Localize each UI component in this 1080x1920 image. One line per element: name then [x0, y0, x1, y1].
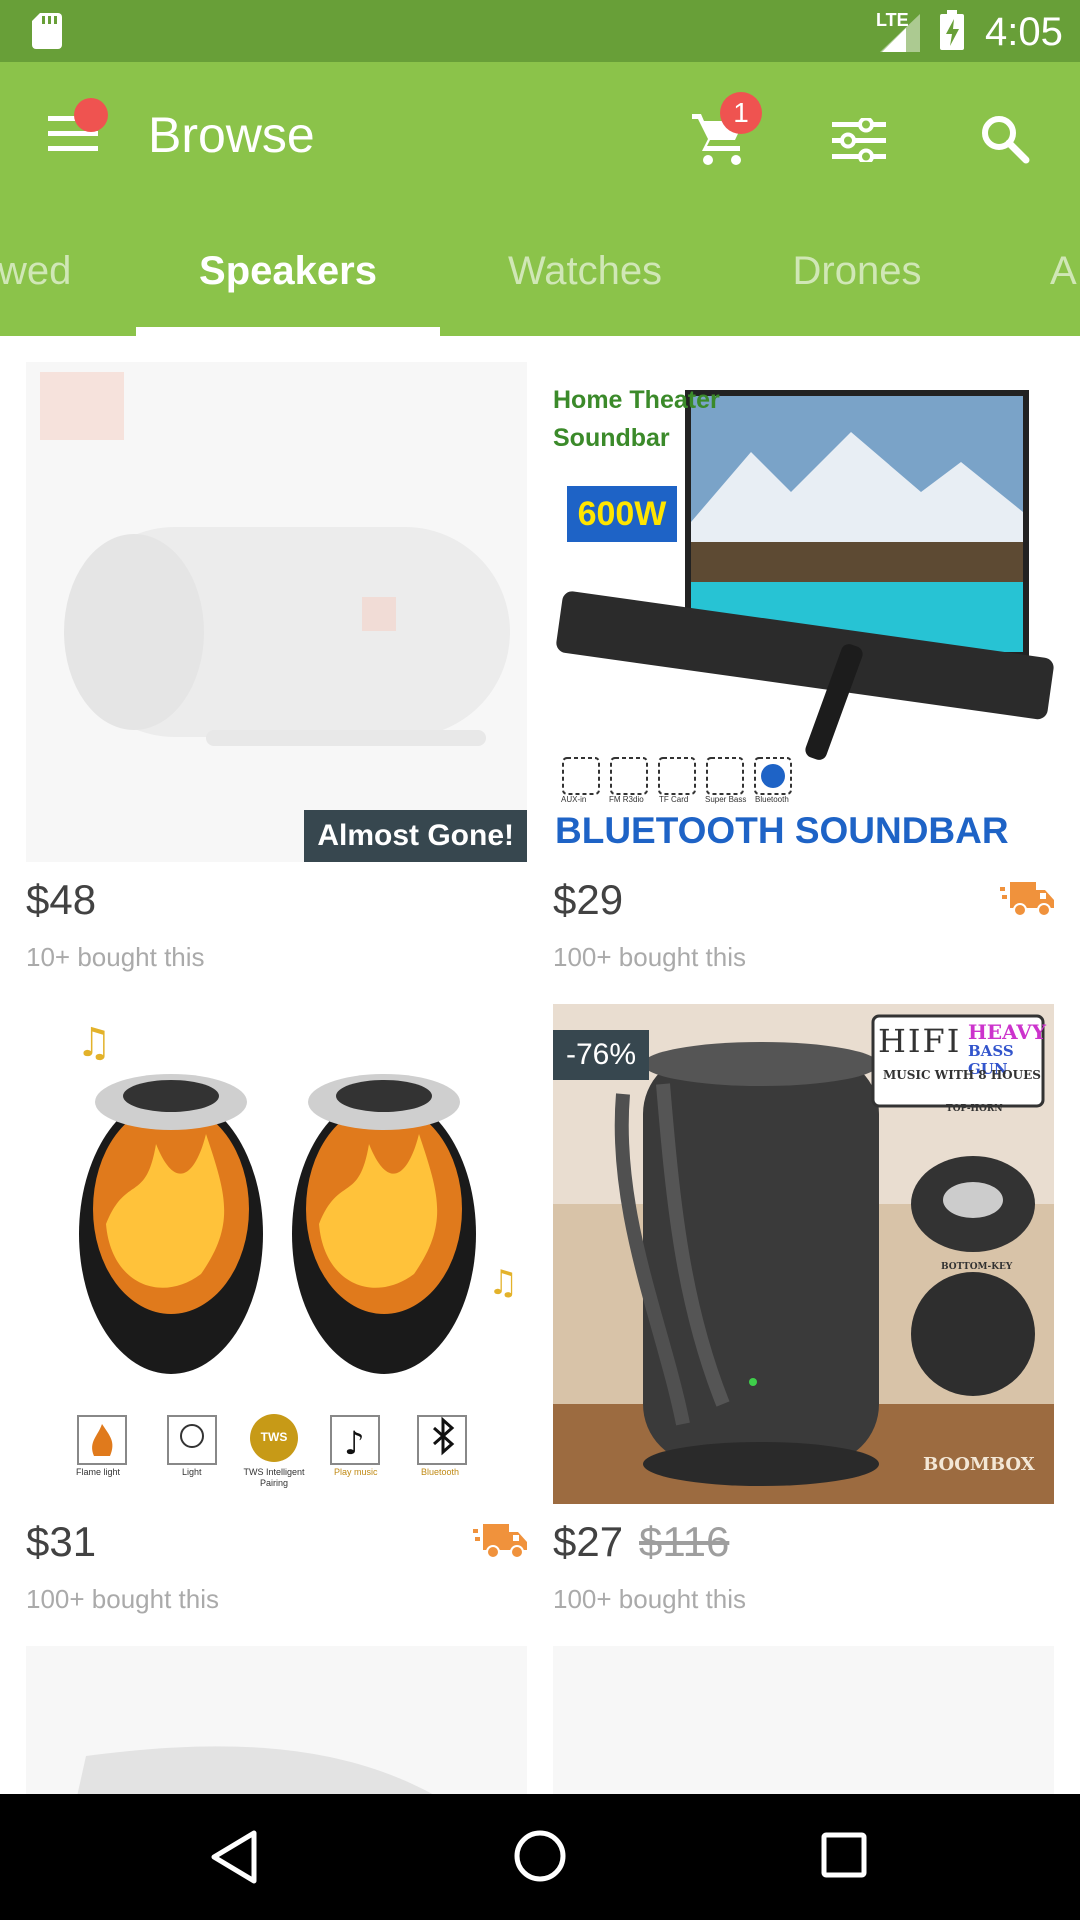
bought-count: 100+ bought this: [26, 1584, 219, 1614]
original-price: $116: [639, 1518, 730, 1565]
active-tab-indicator: [136, 327, 440, 336]
search-icon: [982, 116, 1030, 164]
sd-card-icon: [32, 13, 62, 49]
image-text-boombox: BOOMBOX: [923, 1454, 1035, 1475]
fast-shipping-icon: [1000, 882, 1054, 917]
svg-text:♪: ♪: [344, 1424, 364, 1462]
tab-watches[interactable]: Watches: [470, 207, 700, 336]
bought-count: 100+ bought this: [553, 1584, 746, 1614]
category-tabs: wed Speakers Watches Drones A: [0, 207, 1080, 336]
feature-labels: AUX-in FM R3dio TF Card Super Bass Bluet…: [561, 795, 789, 804]
back-icon[interactable]: [210, 1829, 258, 1885]
image-text-600w: 600W: [567, 486, 677, 542]
page-title: Browse: [148, 107, 315, 163]
app-bar: Browse 1 wed Speakers Watches Drones A: [0, 62, 1080, 336]
product-image: ♫ ♫ ♪ TWS Flame light Light TWS Intellig…: [26, 1004, 527, 1504]
product-price: $29: [553, 876, 624, 923]
filter-button[interactable]: [816, 102, 902, 178]
toolbar: Browse 1: [0, 62, 1080, 207]
image-text-home-theater: Home Theater: [553, 386, 720, 414]
cart-button[interactable]: 1: [680, 92, 780, 172]
product-image-placeholder: [26, 1646, 527, 1794]
image-text-heavy: HEAVY: [968, 1020, 1046, 1044]
product-image: [553, 1646, 1054, 1794]
tab-drones[interactable]: Drones: [744, 207, 970, 336]
navigation-bar: [0, 1794, 1080, 1920]
product-grid: Almost Gone! $48 10+ bought this Home Th…: [0, 336, 1080, 1794]
cart-count-badge: 1: [720, 92, 762, 134]
clock: 4:05: [985, 10, 1063, 54]
product-card[interactable]: Home Theater Soundbar 600W AUX-in FM R3d…: [553, 362, 1054, 992]
filter-icon: [832, 118, 886, 162]
image-text-top-horn: TOP-HORN: [946, 1104, 1003, 1114]
product-price: $31: [26, 1518, 97, 1565]
product-price: $27: [553, 1518, 624, 1565]
image-text-bottom-key: BOTTOM-KEY: [941, 1262, 1013, 1272]
image-text-bluetooth-soundbar: BLUETOOTH SOUNDBAR: [555, 810, 1009, 851]
tab-more[interactable]: A: [1050, 207, 1080, 336]
image-text-tws: TWS: [260, 1430, 288, 1444]
fast-shipping-icon: [473, 1524, 527, 1559]
product-card[interactable]: [26, 1646, 527, 1794]
signal-icon: [880, 14, 920, 52]
menu-notification-dot: [74, 98, 108, 132]
bought-count: 100+ bought this: [553, 942, 746, 972]
image-text-music: MUSIC WITH 8 HOUES: [883, 1068, 1041, 1082]
svg-text:♫: ♫: [488, 1263, 518, 1303]
svg-text:♫: ♫: [76, 1020, 112, 1066]
search-button[interactable]: [962, 102, 1048, 178]
home-icon[interactable]: [512, 1828, 568, 1884]
recents-icon[interactable]: [820, 1831, 868, 1879]
tab-viewed[interactable]: wed: [0, 207, 78, 336]
product-price: $48: [26, 876, 97, 923]
menu-button[interactable]: [32, 96, 112, 166]
product-image: HIFI HEAVY BASS GUN MUSIC WITH 8 HOUES T…: [553, 1004, 1054, 1504]
feature-labels: Flame light Light TWS Intelligent Pairin…: [76, 1467, 460, 1488]
image-text-hifi: HIFI: [878, 1022, 962, 1060]
jbl-speaker-image: [26, 362, 527, 862]
product-card[interactable]: [553, 1646, 1054, 1794]
bought-count: 10+ bought this: [26, 942, 205, 972]
product-card[interactable]: HIFI HEAVY BASS GUN MUSIC WITH 8 HOUES T…: [553, 1004, 1054, 1634]
product-image: Almost Gone!: [26, 362, 527, 862]
product-image: Home Theater Soundbar 600W AUX-in FM R3d…: [553, 362, 1054, 862]
status-bar: LTE 4:05: [0, 0, 1080, 62]
product-image: [26, 1646, 527, 1794]
product-card[interactable]: Almost Gone! $48 10+ bought this: [26, 362, 527, 992]
flame-speakers-image: ♫ ♫ ♪: [26, 1004, 527, 1504]
discount-badge: -76%: [553, 1030, 650, 1080]
battery-charging-icon: [940, 10, 964, 50]
product-card[interactable]: ♫ ♫ ♪ TWS Flame light Light TWS Intellig…: [26, 1004, 527, 1634]
tab-speakers[interactable]: Speakers: [136, 207, 440, 336]
almost-gone-badge: Almost Gone!: [304, 810, 527, 862]
image-text-soundbar: Soundbar: [553, 424, 670, 452]
